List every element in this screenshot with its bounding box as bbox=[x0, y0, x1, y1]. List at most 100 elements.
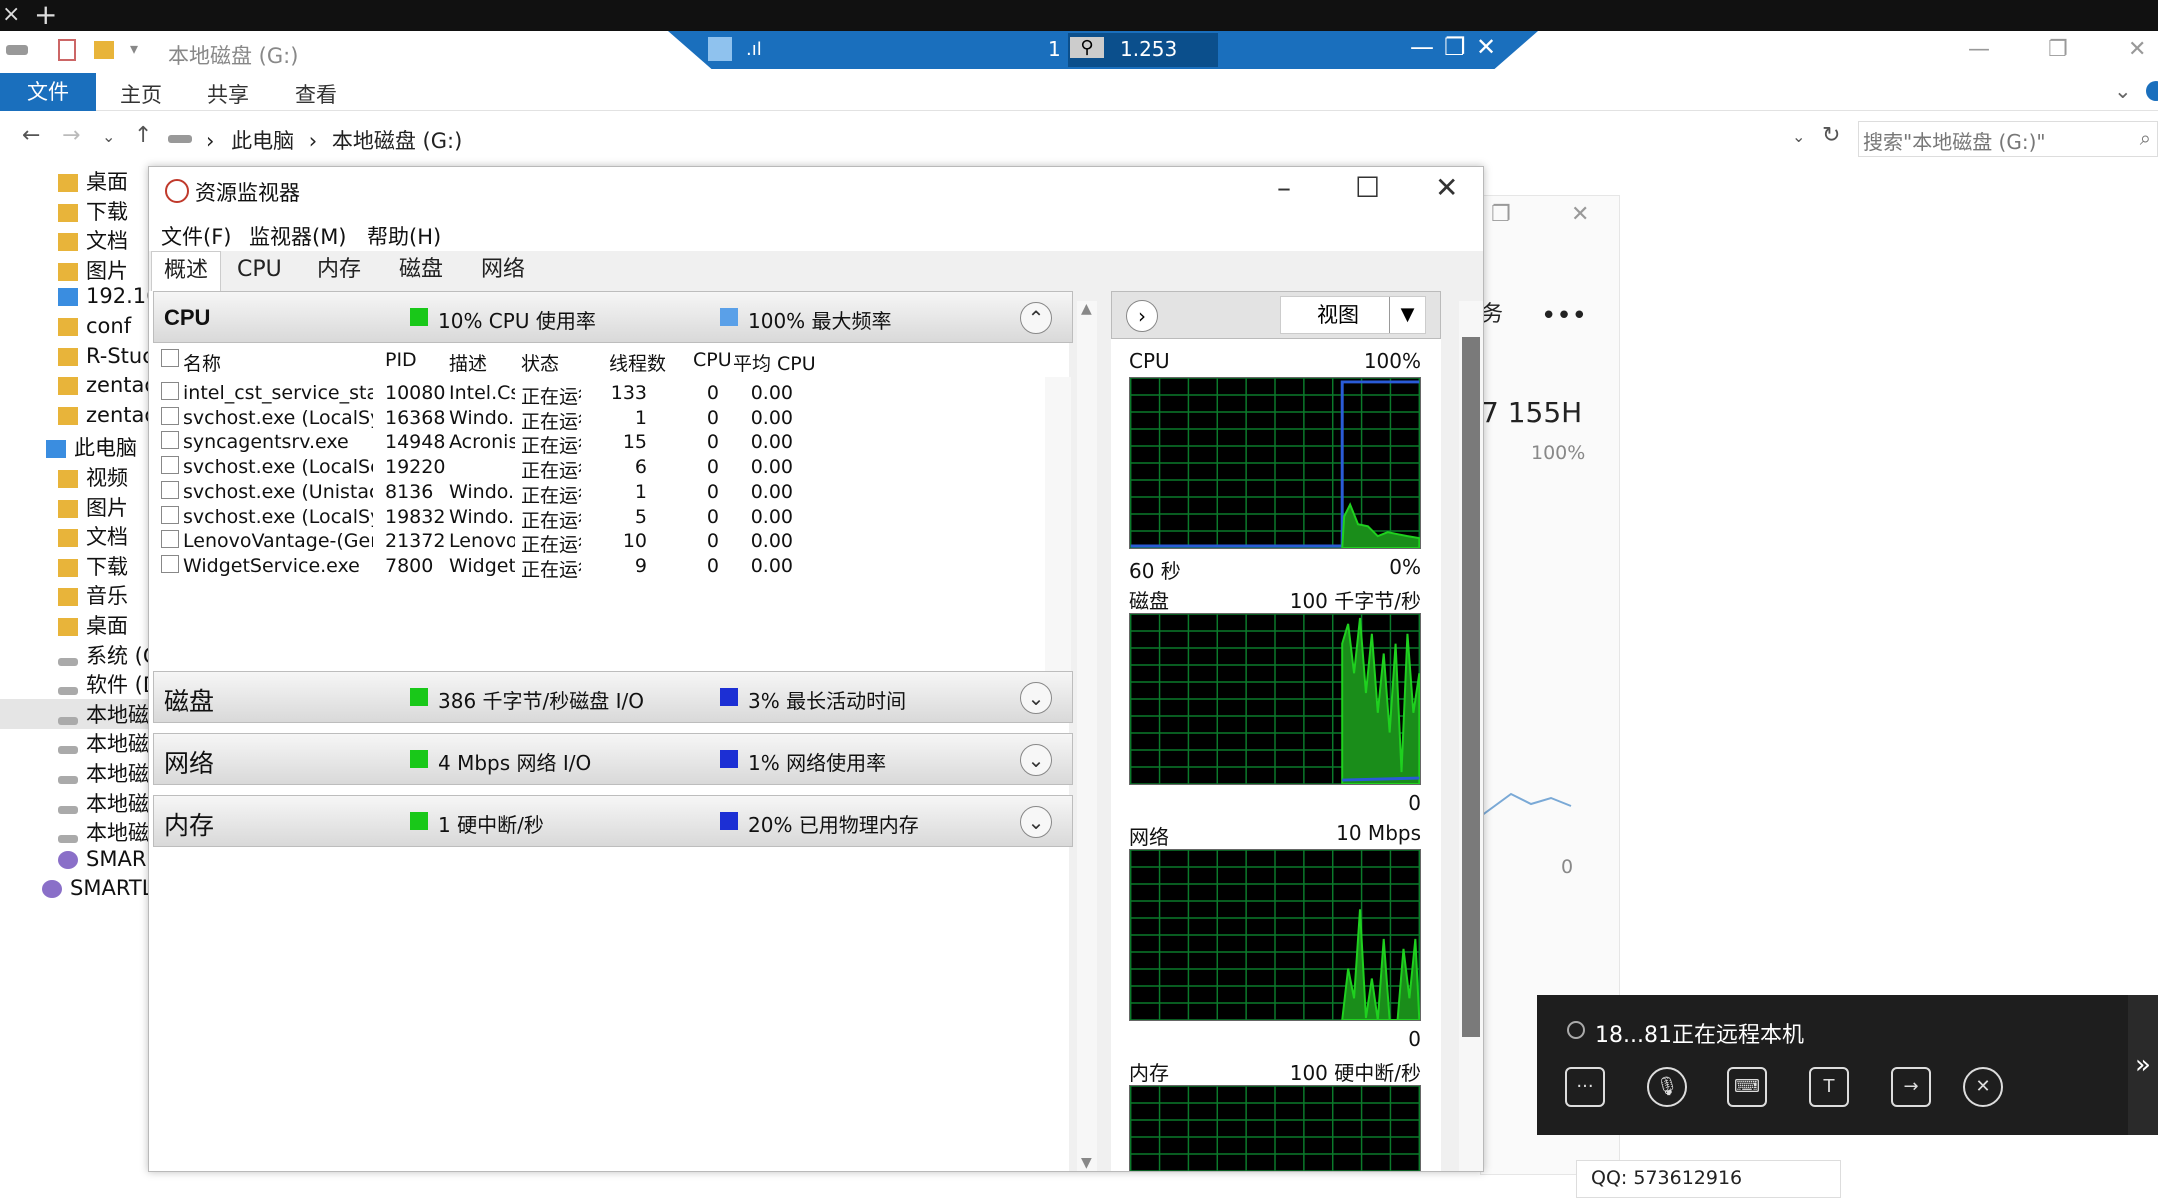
menu-file[interactable]: 文件(F) bbox=[161, 221, 231, 251]
tree-item[interactable]: 图片 bbox=[0, 492, 150, 522]
file-transfer-icon[interactable]: → bbox=[1891, 1067, 1931, 1107]
tab-network[interactable]: 网络 bbox=[469, 251, 537, 291]
maximize-icon[interactable]: ☐ bbox=[1355, 171, 1380, 204]
table-row[interactable]: WidgetService.exe 7800 Widget... 正在运行 9 0 0.00 bbox=[153, 549, 1063, 582]
search-icon[interactable]: ⌕ bbox=[2140, 126, 2151, 150]
row-checkbox[interactable] bbox=[161, 382, 179, 400]
recent-dropdown-icon[interactable]: ⌄ bbox=[102, 127, 115, 146]
tree-item[interactable]: 此电脑 bbox=[0, 432, 150, 462]
forward-icon[interactable]: → bbox=[62, 123, 80, 148]
expand-icon[interactable]: ⌄ bbox=[1020, 806, 1052, 838]
search-input[interactable]: 搜索"本地磁盘 (G:)" ⌕ bbox=[1858, 121, 2158, 157]
tree-item[interactable]: conf bbox=[0, 314, 150, 344]
close-icon[interactable]: ✕ bbox=[2128, 37, 2146, 62]
view-dropdown[interactable]: 视图 ▼ bbox=[1280, 296, 1426, 334]
tree-item[interactable]: 音乐 bbox=[0, 580, 150, 610]
collapse-icon[interactable]: ⌃ bbox=[1020, 302, 1052, 334]
tab-view[interactable]: 查看 bbox=[295, 79, 337, 109]
graph-pane-scroll-thumb[interactable] bbox=[1462, 337, 1480, 1037]
row-checkbox[interactable] bbox=[161, 480, 179, 499]
tree-item[interactable]: 本地磁 bbox=[0, 728, 150, 758]
tree-item[interactable]: 软件 (D bbox=[0, 669, 150, 699]
row-checkbox[interactable] bbox=[161, 406, 179, 425]
help-icon[interactable] bbox=[2146, 81, 2158, 101]
column-header[interactable]: CPU bbox=[693, 349, 732, 371]
tree-item[interactable]: zentac bbox=[0, 373, 150, 403]
more-options-icon[interactable]: ••• bbox=[1541, 301, 1587, 331]
tree-item[interactable]: 图片 bbox=[0, 255, 150, 285]
new-tab-icon[interactable]: + bbox=[34, 0, 57, 31]
scroll-down-icon[interactable]: ▼ bbox=[1081, 1155, 1092, 1171]
tab-file[interactable]: 文件 bbox=[0, 73, 96, 111]
rdp-restore-icon[interactable]: ❐ bbox=[1444, 33, 1466, 61]
breadcrumb-this-pc[interactable]: 此电脑 bbox=[231, 129, 294, 153]
row-checkbox[interactable] bbox=[161, 505, 179, 524]
tree-item[interactable]: 本地磁 bbox=[0, 698, 150, 729]
expand-toolbar-icon[interactable]: » bbox=[2128, 995, 2158, 1135]
restore-icon[interactable]: ❐ bbox=[2048, 37, 2068, 62]
tree-item[interactable]: 文档 bbox=[0, 521, 150, 551]
breadcrumb-drive[interactable]: 本地磁盘 (G:) bbox=[332, 129, 462, 153]
expand-icon[interactable]: ⌄ bbox=[1020, 744, 1052, 776]
tab-disk[interactable]: 磁盘 bbox=[387, 251, 455, 291]
new-folder-icon[interactable] bbox=[94, 41, 114, 59]
tree-item[interactable]: 文档 bbox=[0, 225, 150, 255]
tree-item[interactable]: 视频 bbox=[0, 462, 150, 492]
expand-pane-icon[interactable]: › bbox=[1126, 300, 1158, 332]
tab-memory[interactable]: 内存 bbox=[305, 251, 373, 291]
back-icon[interactable]: ← bbox=[22, 123, 40, 148]
close-icon[interactable]: ✕ bbox=[1435, 171, 1458, 204]
row-checkbox[interactable] bbox=[161, 431, 179, 450]
disconnect-icon[interactable]: ✕ bbox=[1963, 1067, 2003, 1107]
tree-item[interactable]: 下载 bbox=[0, 551, 150, 581]
ribbon-expand-icon[interactable]: ⌄ bbox=[2114, 79, 2132, 103]
tree-item[interactable]: 本地磁 bbox=[0, 788, 150, 818]
column-header[interactable]: 线程数 bbox=[609, 349, 666, 376]
tree-item[interactable]: 系统 (C bbox=[0, 640, 150, 670]
row-checkbox[interactable] bbox=[161, 554, 179, 573]
tree-item[interactable]: 本地磁 bbox=[0, 817, 150, 847]
microphone-icon[interactable]: 🎙︎ bbox=[1647, 1067, 1687, 1107]
close-icon[interactable]: ✕ bbox=[1571, 202, 1589, 227]
chevron-down-icon[interactable]: ▼ bbox=[1389, 297, 1425, 333]
pushpin-icon[interactable]: ⚲ bbox=[1070, 37, 1104, 58]
column-header[interactable]: 描述 bbox=[449, 349, 487, 376]
tab-cpu[interactable]: CPU bbox=[225, 251, 294, 291]
column-header[interactable]: 状态 bbox=[521, 349, 559, 376]
column-header[interactable]: 平均 CPU bbox=[733, 349, 816, 376]
tree-item[interactable]: 192.16 bbox=[0, 284, 150, 314]
minimize-icon[interactable]: — bbox=[1968, 37, 1990, 62]
tree-item[interactable]: zentac bbox=[0, 403, 150, 433]
tree-item[interactable]: 本地磁 bbox=[0, 758, 150, 788]
restore-icon[interactable]: ❐ bbox=[1491, 202, 1511, 227]
select-all-checkbox[interactable] bbox=[161, 349, 179, 367]
tree-item[interactable]: 桌面 bbox=[0, 166, 150, 196]
up-icon[interactable]: ↑ bbox=[134, 123, 152, 148]
menu-monitor[interactable]: 监视器(M) bbox=[249, 221, 347, 251]
row-checkbox[interactable] bbox=[161, 456, 179, 475]
text-icon[interactable]: T bbox=[1809, 1067, 1849, 1107]
tree-item[interactable]: SMARTLINK (L:) bbox=[0, 876, 150, 906]
breadcrumb[interactable]: › 此电脑 › 本地磁盘 (G:) bbox=[170, 125, 462, 155]
rdp-minimize-icon[interactable]: — bbox=[1410, 33, 1434, 61]
tree-item[interactable]: SMAR bbox=[0, 847, 150, 877]
tab-home[interactable]: 主页 bbox=[120, 79, 162, 109]
column-header[interactable]: 名称 bbox=[183, 349, 221, 376]
scroll-up-icon[interactable]: ▲ bbox=[1081, 301, 1092, 317]
pin-icon[interactable] bbox=[708, 37, 732, 61]
close-tab-icon[interactable]: × bbox=[2, 2, 20, 27]
tree-item[interactable]: 桌面 bbox=[0, 610, 150, 640]
memory-section-header[interactable]: 内存 1 硬中断/秒 20% 已用物理内存 ⌄ bbox=[153, 795, 1073, 847]
rdp-close-icon[interactable]: ✕ bbox=[1476, 33, 1496, 61]
address-dropdown-icon[interactable]: ⌄ bbox=[1792, 127, 1805, 146]
tree-item[interactable]: R-Stuc bbox=[0, 344, 150, 374]
tab-share[interactable]: 共享 bbox=[207, 79, 249, 109]
disk-section-header[interactable]: 磁盘 386 千字节/秒磁盘 I/O 3% 最长活动时间 ⌄ bbox=[153, 671, 1073, 723]
properties-icon[interactable] bbox=[58, 39, 76, 61]
tree-item[interactable]: 下载 bbox=[0, 196, 150, 226]
chat-icon[interactable]: ··· bbox=[1565, 1067, 1605, 1107]
refresh-icon[interactable]: ↻ bbox=[1822, 123, 1840, 148]
graph-pane-scrollbar[interactable] bbox=[1459, 301, 1483, 1171]
left-pane-scrollbar[interactable]: ▲ ▼ bbox=[1077, 301, 1097, 1171]
tab-label[interactable]: 务 bbox=[1481, 296, 1503, 328]
